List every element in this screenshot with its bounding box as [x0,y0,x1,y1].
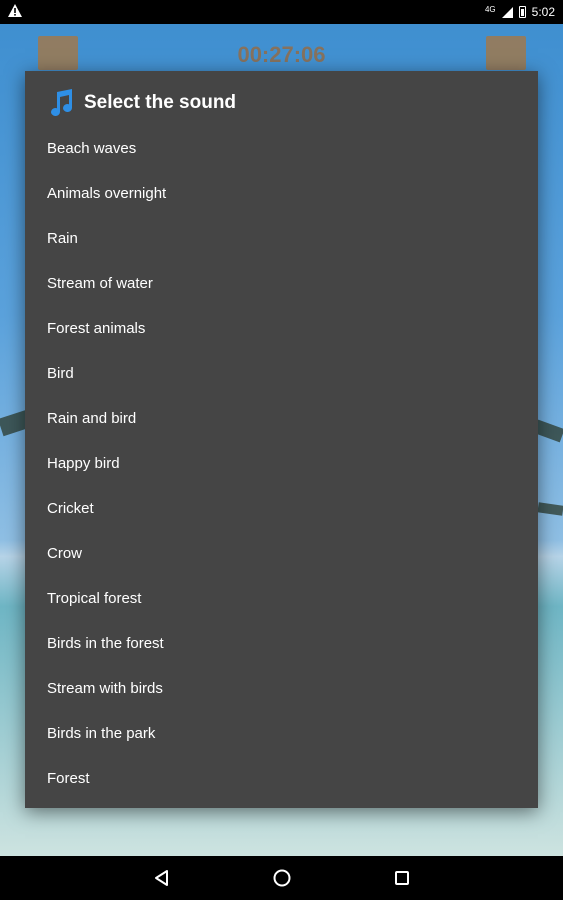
sound-item-tropical-forest[interactable]: Tropical forest [25,576,538,621]
network-label: 4G [484,4,496,14]
sound-list: Beach waves Animals overnight Rain Strea… [25,126,538,801]
sound-item-bird[interactable]: Bird [25,351,538,396]
navigation-bar [0,856,563,900]
sound-item-animals-overnight[interactable]: Animals overnight [25,171,538,216]
music-note-icon [48,89,74,117]
home-icon[interactable] [270,866,294,890]
battery-icon [518,6,526,18]
status-time: 5:02 [531,5,555,19]
sound-item-stream-with-birds[interactable]: Stream with birds [25,666,538,711]
sound-item-rain[interactable]: Rain [25,216,538,261]
palm-trunk [537,502,563,516]
sound-item-stream-of-water[interactable]: Stream of water [25,261,538,306]
sound-item-crow[interactable]: Crow [25,531,538,576]
sound-item-forest-animals[interactable]: Forest animals [25,306,538,351]
sound-item-forest[interactable]: Forest [25,756,538,801]
warning-icon [8,4,22,20]
sound-item-birds-in-the-park[interactable]: Birds in the park [25,711,538,756]
sound-item-cricket[interactable]: Cricket [25,486,538,531]
recents-icon[interactable] [390,866,414,890]
sound-item-beach-waves[interactable]: Beach waves [25,126,538,171]
status-right: 4G 5:02 [484,4,555,20]
sound-item-rain-and-bird[interactable]: Rain and bird [25,396,538,441]
sound-item-happy-bird[interactable]: Happy bird [25,441,538,486]
status-bar: 4G 5:02 [0,0,563,24]
signal-icon [501,6,513,18]
timer-display: 00:27:06 [237,42,326,67]
back-icon[interactable] [150,866,174,890]
select-sound-dialog: Select the sound Beach waves Animals ove… [25,71,538,808]
sound-item-birds-in-the-forest[interactable]: Birds in the forest [25,621,538,666]
add-button [486,36,526,70]
dialog-header: Select the sound [48,89,236,117]
dialog-title: Select the sound [84,92,237,113]
